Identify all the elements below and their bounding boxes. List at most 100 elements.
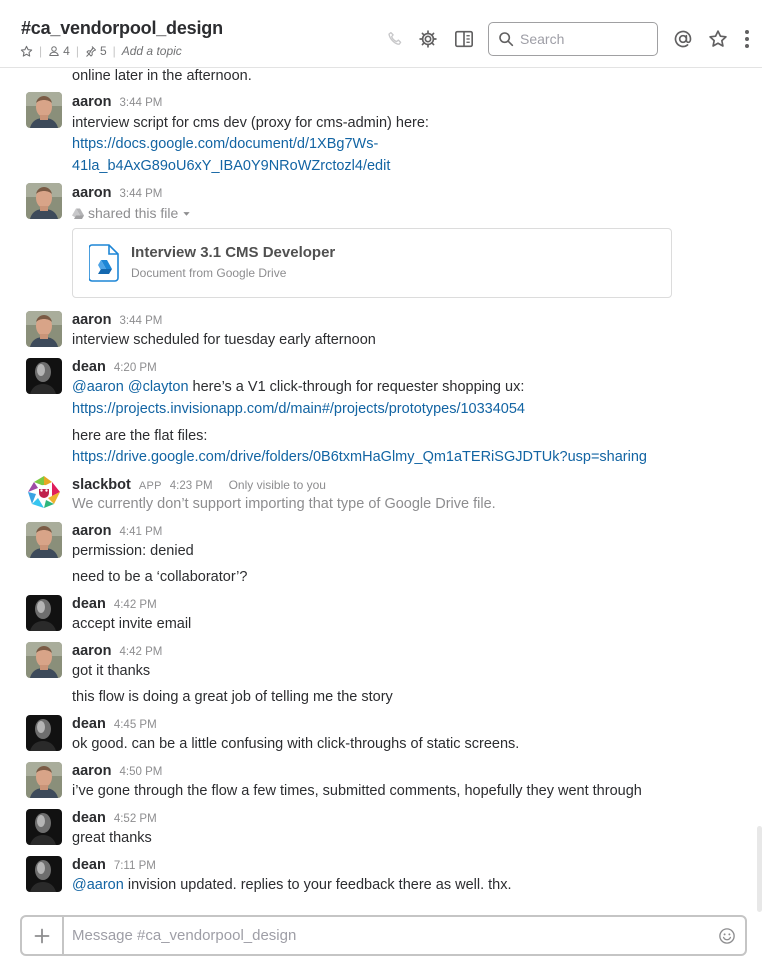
timestamp[interactable]: 4:42 PM	[120, 646, 163, 658]
channel-name[interactable]: #ca_vendorpool_design	[21, 18, 223, 39]
author-name[interactable]: slackbot	[72, 477, 131, 493]
google-drive-icon	[72, 208, 84, 219]
timestamp[interactable]: 4:45 PM	[114, 719, 157, 731]
avatar[interactable]	[26, 856, 62, 892]
slackbot-avatar[interactable]	[26, 474, 62, 510]
channel-meta: | 4 | 5 | Add a topic	[20, 43, 182, 59]
channel-header: #ca_vendorpool_design | 4 | 5 | Add a to…	[0, 0, 762, 68]
author-name[interactable]: aaron	[72, 312, 112, 328]
message-text: i’ve gone through the flow a few times, …	[72, 783, 642, 799]
author-name[interactable]: aaron	[72, 643, 112, 659]
app-badge: APP	[138, 480, 162, 492]
message-text: got it thanks	[72, 663, 151, 679]
message-text: @aaron invision updated. replies to your…	[72, 877, 512, 893]
author-name[interactable]: dean	[72, 596, 106, 612]
avatar[interactable]	[26, 642, 62, 678]
message-header: aaron 4:41 PM	[72, 523, 162, 541]
message-header: aaron 4:42 PM	[72, 643, 162, 661]
pin-icon	[86, 46, 96, 57]
user-mention[interactable]: @clayton	[128, 379, 189, 395]
timestamp[interactable]: 4:20 PM	[114, 362, 157, 374]
kebab-icon[interactable]	[736, 28, 758, 50]
doc-link[interactable]: https://docs.google.com/document/d/1XBg7…	[72, 136, 378, 152]
message-header: dean 4:52 PM	[72, 810, 157, 828]
timestamp[interactable]: 3:44 PM	[120, 188, 163, 200]
message-text: interview scheduled for tuesday early af…	[72, 332, 376, 348]
member-count[interactable]: 4	[48, 44, 70, 58]
doc-link[interactable]: 41la_b4AxG89oU6xY_IBA0Y9NRoWZrctozl4/edi…	[72, 158, 390, 174]
message-text: interview script for cms dev (proxy for …	[72, 115, 429, 131]
avatar[interactable]	[26, 92, 62, 128]
timestamp[interactable]: 4:50 PM	[120, 766, 163, 778]
message-input[interactable]	[64, 927, 709, 944]
user-mention[interactable]: @aaron	[72, 877, 124, 893]
file-title[interactable]: Interview 3.1 CMS Developer	[131, 244, 335, 261]
invision-link[interactable]: https://projects.invisionapp.com/d/main#…	[72, 401, 525, 417]
author-name[interactable]: aaron	[72, 185, 112, 201]
sidebar-icon[interactable]	[453, 28, 475, 50]
message-text: online later in the afternoon.	[72, 68, 252, 84]
drive-link[interactable]: https://drive.google.com/drive/folders/0…	[72, 449, 647, 465]
starred-star-icon[interactable]	[707, 28, 729, 50]
avatar[interactable]	[26, 809, 62, 845]
avatar[interactable]	[26, 358, 62, 394]
add-topic-link[interactable]: Add a topic	[122, 44, 182, 58]
avatar[interactable]	[26, 762, 62, 798]
message-text: ok good. can be a little confusing with …	[72, 736, 520, 752]
visibility-note: Only visible to you	[228, 478, 326, 492]
timestamp[interactable]: 4:41 PM	[120, 526, 163, 538]
avatar[interactable]	[26, 595, 62, 631]
message-text: need to be a ‘collaborator’?	[72, 569, 248, 585]
caret-down-icon	[183, 211, 190, 216]
file-attachment[interactable]: Interview 3.1 CMS Developer Document fro…	[72, 228, 672, 298]
gear-icon[interactable]	[417, 28, 439, 50]
message-text: permission: denied	[72, 543, 194, 559]
message-header: dean 4:45 PM	[72, 716, 157, 734]
author-name[interactable]: aaron	[72, 94, 112, 110]
author-name[interactable]: dean	[72, 810, 106, 826]
message-header: dean 7:11 PM	[72, 857, 156, 875]
emoji-icon[interactable]	[709, 927, 745, 945]
message-header: aaron 4:50 PM	[72, 763, 162, 781]
author-name[interactable]: aaron	[72, 763, 112, 779]
star-icon[interactable]	[20, 45, 33, 58]
pinned-count[interactable]: 5	[85, 44, 107, 58]
avatar[interactable]	[26, 715, 62, 751]
avatar[interactable]	[26, 311, 62, 347]
message-list[interactable]: online later in the afternoon. aaron 3:4…	[0, 68, 762, 906]
message-composer	[20, 915, 747, 956]
timestamp[interactable]: 3:44 PM	[120, 97, 163, 109]
message-header: aaron 3:44 PM	[72, 312, 162, 330]
message-text: @aaron @clayton here’s a V1 click-throug…	[72, 379, 525, 395]
message-header: aaron 3:44 PM	[72, 185, 162, 203]
search-input[interactable]	[520, 31, 650, 47]
message-text: great thanks	[72, 830, 152, 846]
message-text: We currently don’t support importing tha…	[72, 496, 496, 512]
attach-plus-icon[interactable]	[22, 917, 64, 954]
user-mention[interactable]: @aaron	[72, 379, 124, 395]
avatar[interactable]	[26, 183, 62, 219]
message-header: dean 4:42 PM	[72, 596, 157, 614]
timestamp[interactable]: 4:23 PM	[170, 480, 213, 492]
timestamp[interactable]: 3:44 PM	[120, 315, 163, 327]
message-header: aaron 3:44 PM	[72, 94, 162, 112]
shared-file-label[interactable]: shared this file	[72, 205, 191, 221]
timestamp[interactable]: 7:11 PM	[114, 860, 156, 872]
message-text: accept invite email	[72, 616, 192, 632]
phone-icon[interactable]	[384, 28, 406, 50]
timestamp[interactable]: 4:52 PM	[114, 813, 157, 825]
at-sign-icon[interactable]	[672, 28, 694, 50]
person-icon	[49, 46, 59, 56]
author-name[interactable]: dean	[72, 716, 106, 732]
timestamp[interactable]: 4:42 PM	[114, 599, 157, 611]
author-name[interactable]: aaron	[72, 523, 112, 539]
avatar[interactable]	[26, 522, 62, 558]
message-text: this flow is doing a great job of tellin…	[72, 689, 393, 705]
search-icon	[499, 32, 514, 47]
search-box[interactable]	[488, 22, 658, 56]
message-header: dean 4:20 PM	[72, 359, 157, 377]
scrollbar[interactable]	[757, 826, 762, 912]
author-name[interactable]: dean	[72, 857, 106, 873]
author-name[interactable]: dean	[72, 359, 106, 375]
message-text: here are the flat files:	[72, 428, 208, 444]
